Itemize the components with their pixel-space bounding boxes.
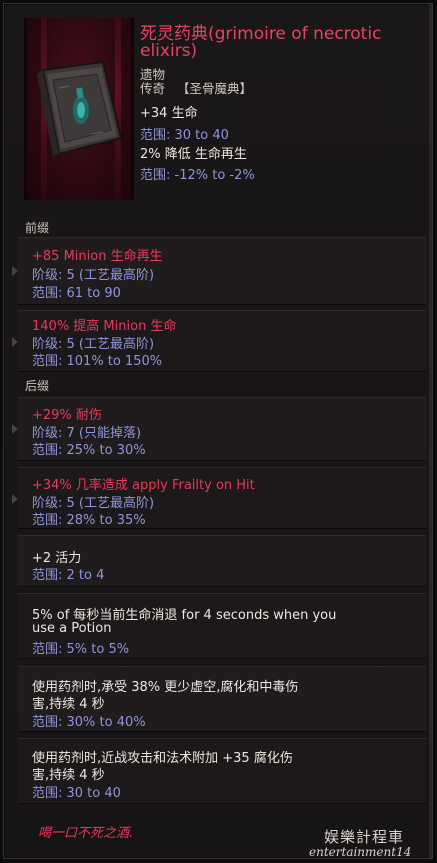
affix-title: 140% 提高 Minion 生命 bbox=[32, 319, 177, 334]
affix-title: +29% 耐伤 bbox=[32, 408, 102, 423]
item-header: 死灵药典(grimoire of necrotic elixirs) 遗物 传奇… bbox=[4, 4, 432, 204]
prefix-label: 前缀 bbox=[25, 221, 50, 235]
affix-row[interactable]: +85 Minion 生命再生 阶级: 5 (工艺最高阶) 范围: 61 to … bbox=[12, 237, 426, 305]
affix-marker-icon bbox=[12, 266, 18, 276]
affix-title: +85 Minion 生命再生 bbox=[32, 249, 163, 264]
implicit-value: 2% 降低 生命再生 bbox=[140, 147, 247, 162]
affix-marker-icon bbox=[12, 494, 18, 504]
unique-mod-row[interactable]: 5% of 每秒当前生命消退 for 4 seconds when you us… bbox=[18, 593, 426, 659]
item-portrait bbox=[24, 18, 134, 200]
item-name: 死灵药典(grimoire of necrotic elixirs) bbox=[140, 26, 430, 60]
affix-marker-icon bbox=[12, 337, 18, 347]
unique-mod-range: 范围: 5% to 5% bbox=[32, 642, 130, 657]
affix-range: 范围: 25% to 30% bbox=[32, 443, 146, 458]
item-rarity: 传奇 【圣骨魔典】 bbox=[140, 78, 252, 97]
rarity-label: 传奇 bbox=[140, 81, 166, 96]
lore-text: 喝一口不死之酒. bbox=[38, 826, 134, 841]
implicit-range: 范围: 30 to 40 bbox=[140, 128, 229, 143]
suffix-label: 后缀 bbox=[25, 379, 50, 393]
unique-mod-range: 范围: 2 to 4 bbox=[32, 568, 105, 583]
unique-mod-text: use a Potion bbox=[32, 621, 112, 636]
implicit-value: +34 生命 bbox=[140, 106, 198, 121]
item-subtype-tag: 【圣骨魔典】 bbox=[177, 81, 253, 96]
watermark-english: entertainment14 bbox=[309, 845, 412, 859]
grimoire-icon bbox=[37, 60, 123, 156]
affix-title: +34% 几率造成 apply Frailty on Hit bbox=[32, 478, 255, 493]
affix-row[interactable]: 140% 提高 Minion 生命 阶级: 5 (工艺最高阶) 范围: 101%… bbox=[12, 310, 426, 372]
item-name-line2: elixirs) bbox=[140, 41, 198, 61]
affix-marker-icon bbox=[12, 424, 18, 434]
tooltip-right-edge bbox=[429, 4, 432, 858]
implicit-range: 范围: -12% to -2% bbox=[140, 168, 255, 183]
unique-mod-row[interactable]: +2 活力 范围: 2 to 4 bbox=[18, 535, 426, 587]
watermark-chinese: 娱樂計程車 bbox=[324, 828, 405, 846]
affix-range: 范围: 61 to 90 bbox=[32, 286, 121, 301]
unique-mod-range: 范围: 30 to 40 bbox=[32, 786, 121, 801]
unique-mod-text: 害,持续 4 秒 bbox=[32, 697, 105, 712]
affix-row[interactable]: +34% 几率造成 apply Frailty on Hit 阶级: 5 (工艺… bbox=[12, 467, 426, 529]
affix-row[interactable]: +29% 耐伤 阶级: 7 (只能掉落) 范围: 25% to 30% bbox=[12, 397, 426, 461]
unique-mod-row[interactable]: 使用药剂时,承受 38% 更少虚空,腐化和中毒伤 害,持续 4 秒 范围: 30… bbox=[18, 666, 426, 732]
unique-mod-text: 害,持续 4 秒 bbox=[32, 768, 105, 783]
affix-range: 范围: 28% to 35% bbox=[32, 513, 146, 528]
unique-mod-range: 范围: 30% to 40% bbox=[32, 715, 146, 730]
affix-tier: 阶级: 5 (工艺最高阶) bbox=[32, 268, 155, 283]
unique-mod-row[interactable]: 使用药剂时,近战攻击和法术附加 +35 腐化伤 害,持续 4 秒 范围: 30 … bbox=[18, 738, 426, 804]
item-tooltip: 死灵药典(grimoire of necrotic elixirs) 遗物 传奇… bbox=[3, 3, 433, 859]
affix-range: 范围: 101% to 150% bbox=[32, 354, 163, 369]
